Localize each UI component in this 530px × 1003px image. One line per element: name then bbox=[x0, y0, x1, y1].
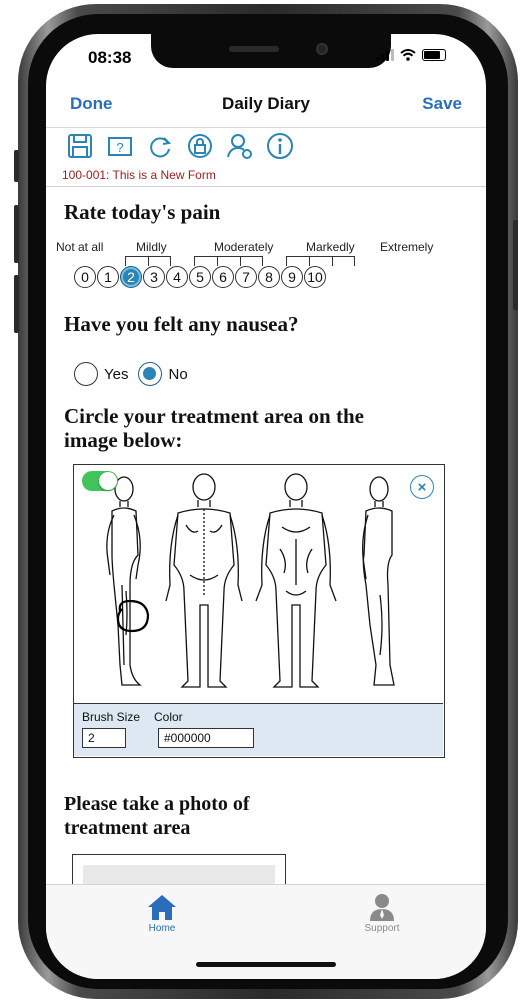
volume-up-button bbox=[14, 205, 19, 263]
status-icons bbox=[376, 49, 446, 61]
speaker-grille bbox=[229, 46, 279, 52]
mute-switch bbox=[14, 150, 19, 182]
body-figure-side-right bbox=[362, 476, 395, 686]
pain-option-6[interactable]: 6 bbox=[212, 266, 234, 288]
signal-icon bbox=[376, 49, 394, 61]
svg-text:?: ? bbox=[116, 140, 123, 155]
home-icon bbox=[148, 895, 176, 920]
user-settings-icon[interactable] bbox=[226, 132, 254, 160]
wifi-icon bbox=[400, 49, 416, 61]
form-id-label: 100-001: This is a New Form bbox=[62, 168, 216, 182]
scale-label-mildly: Mildly bbox=[136, 240, 167, 254]
support-person-icon bbox=[370, 894, 394, 921]
pain-option-9[interactable]: 9 bbox=[281, 266, 303, 288]
info-icon[interactable] bbox=[266, 132, 294, 160]
pain-heading: Rate today's pain bbox=[64, 200, 221, 224]
body-figure-side-left bbox=[106, 476, 142, 686]
treatment-heading-line2: image below: bbox=[64, 428, 183, 452]
pain-option-7[interactable]: 7 bbox=[235, 266, 257, 288]
bracket-markedly bbox=[286, 256, 355, 266]
scale-label-markedly: Markedly bbox=[306, 240, 355, 254]
photo-heading-line2: treatment area bbox=[64, 817, 191, 839]
pain-option-4[interactable]: 4 bbox=[166, 266, 188, 288]
power-button bbox=[513, 220, 518, 310]
save-icon[interactable] bbox=[66, 132, 94, 160]
form-toolbar: ? bbox=[66, 132, 294, 160]
color-label: Color bbox=[154, 710, 183, 724]
tab-support[interactable]: Support bbox=[342, 893, 422, 934]
divider bbox=[46, 186, 486, 187]
tab-home[interactable]: Home bbox=[122, 893, 202, 934]
brush-panel: Brush Size Color 2 #000000 bbox=[74, 703, 443, 756]
scale-label-extremely: Extremely bbox=[380, 240, 434, 254]
volume-down-button bbox=[14, 275, 19, 333]
page-title: Daily Diary bbox=[222, 94, 310, 113]
pain-option-2[interactable]: 2 bbox=[120, 266, 142, 288]
pain-option-5[interactable]: 5 bbox=[189, 266, 211, 288]
color-input[interactable]: #000000 bbox=[158, 728, 254, 748]
body-diagram[interactable] bbox=[74, 465, 443, 701]
brush-size-label: Brush Size bbox=[82, 710, 141, 724]
pain-option-0[interactable]: 0 bbox=[74, 266, 96, 288]
photo-heading: Please take a photo of treatment area bbox=[64, 792, 250, 840]
treatment-heading: Circle your treatment area on the image … bbox=[64, 404, 364, 452]
pain-scale-labels: Not at all Mildly Moderately Markedly Ex… bbox=[56, 240, 476, 258]
radio-no[interactable] bbox=[138, 362, 163, 386]
body-figure-front bbox=[255, 473, 337, 688]
radio-yes[interactable] bbox=[74, 362, 98, 386]
photo-heading-line1: Please take a photo of bbox=[64, 793, 250, 815]
notch bbox=[151, 34, 391, 68]
bracket-mildly bbox=[125, 256, 171, 266]
scale-label-moderately: Moderately bbox=[214, 240, 274, 254]
draw-mode-toggle[interactable] bbox=[82, 471, 118, 491]
front-camera bbox=[316, 43, 328, 55]
pain-option-10[interactable]: 10 bbox=[304, 266, 326, 288]
refresh-icon[interactable] bbox=[146, 132, 174, 160]
bracket-moderately bbox=[194, 256, 263, 266]
home-indicator bbox=[196, 962, 336, 967]
pain-option-3[interactable]: 3 bbox=[143, 266, 165, 288]
body-figure-back bbox=[165, 473, 243, 688]
tab-bar: Home Support bbox=[46, 884, 486, 979]
radio-yes-label: Yes bbox=[104, 365, 129, 383]
save-button[interactable]: Save bbox=[422, 94, 462, 114]
radio-no-label: No bbox=[168, 365, 188, 383]
scale-label-not-at-all: Not at all bbox=[56, 240, 104, 254]
tab-home-label: Home bbox=[148, 923, 176, 934]
pain-option-1[interactable]: 1 bbox=[97, 266, 119, 288]
pain-option-8[interactable]: 8 bbox=[258, 266, 280, 288]
clear-drawing-icon[interactable]: × bbox=[410, 475, 434, 499]
body-map-canvas[interactable]: × Brush Size Color 2 #000000 bbox=[73, 464, 445, 758]
nausea-heading: Have you felt any nausea? bbox=[64, 312, 299, 336]
status-time: 08:38 bbox=[88, 48, 132, 67]
treatment-heading-line1: Circle your treatment area on the bbox=[64, 404, 364, 428]
help-icon[interactable]: ? bbox=[106, 132, 134, 160]
tab-support-label: Support bbox=[364, 923, 400, 934]
battery-icon bbox=[422, 49, 446, 61]
nav-bar: Done Daily Diary Save bbox=[46, 86, 486, 128]
brush-size-input[interactable]: 2 bbox=[82, 728, 126, 748]
app-screen: 08:38 Done Daily Diary Save ? 100-001: T… bbox=[46, 34, 486, 979]
nausea-options: Yes No bbox=[74, 362, 188, 386]
lock-icon[interactable] bbox=[186, 132, 214, 160]
pain-scale: 0 1 2 3 4 5 6 7 8 9 10 bbox=[74, 266, 326, 288]
